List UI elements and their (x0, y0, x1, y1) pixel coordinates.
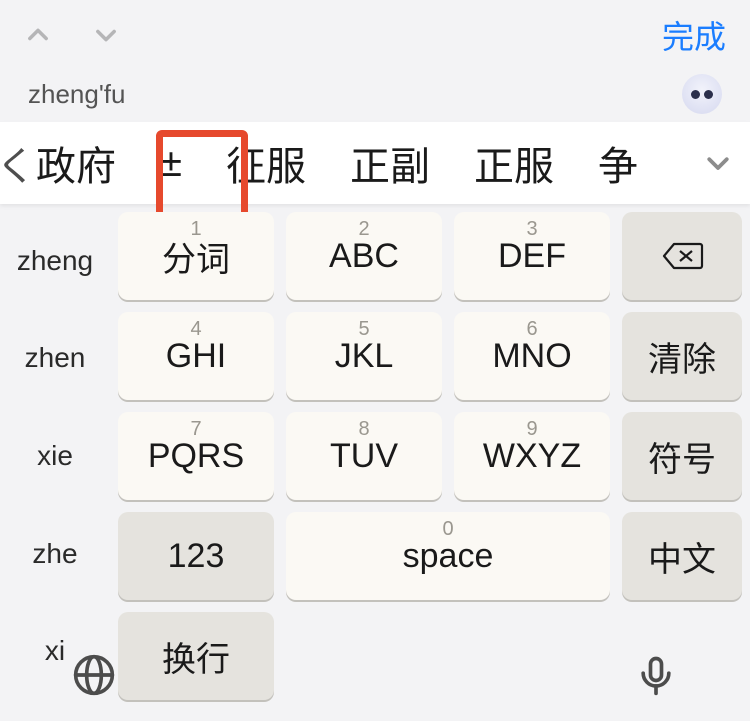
key-2[interactable]: 2 ABC (286, 212, 442, 300)
keyboard-bottom-bar (0, 653, 750, 721)
key-label: PQRS (148, 437, 244, 476)
syllable-sidebar: zheng zhen xie zhe xi (0, 212, 110, 700)
key-3[interactable]: 3 DEF (454, 212, 610, 300)
field-nav-arrows (24, 21, 120, 49)
candidate-item[interactable]: 正服 (452, 134, 576, 192)
emoji-button[interactable] (682, 74, 722, 114)
key-digit: 0 (442, 518, 453, 541)
composition-row: zheng'fu (0, 70, 750, 114)
candidate-item[interactable]: 正副 (328, 134, 452, 192)
mic-icon[interactable] (634, 653, 678, 697)
key-space[interactable]: 0space (286, 512, 610, 600)
prev-candidate-hint: く (0, 134, 36, 192)
syllable-item[interactable]: zheng (0, 212, 110, 310)
key-grid: 1 分词 2 ABC 3 DEF 4 GHI 5 JKL 6 (118, 212, 742, 700)
key-digit: 4 (190, 318, 201, 341)
candidate-item[interactable]: 争 (576, 134, 660, 192)
key-digit: 1 (190, 218, 201, 241)
key-label: WXYZ (483, 437, 581, 476)
key-label: JKL (335, 337, 394, 376)
syllable-item[interactable]: zhen (0, 310, 110, 408)
candidate-item[interactable]: ± (138, 141, 204, 186)
key-digit: 7 (190, 418, 201, 441)
key-label: 中文 (648, 532, 716, 581)
key-label: 清除 (648, 332, 716, 381)
key-label: 符号 (648, 432, 716, 481)
emoji-face-icon (691, 90, 713, 99)
key-digit: 3 (526, 218, 537, 241)
keyboard: zheng zhen xie zhe xi 1 分词 2 ABC 3 DEF (0, 204, 750, 700)
key-delete[interactable] (622, 212, 742, 300)
key-digit: 8 (358, 418, 369, 441)
expand-candidates-button[interactable] (686, 122, 750, 204)
key-8[interactable]: 8 TUV (286, 412, 442, 500)
key-123[interactable]: 123 (118, 512, 274, 600)
keyboard-toolbar: 完成 (0, 0, 750, 70)
key-digit: 9 (526, 418, 537, 441)
key-zhongwen[interactable]: 中文 (622, 512, 742, 600)
delete-icon (660, 240, 704, 272)
key-label: DEF (498, 237, 566, 276)
key-7[interactable]: 7 PQRS (118, 412, 274, 500)
next-field-icon[interactable] (92, 21, 120, 49)
key-label: TUV (330, 437, 398, 476)
key-digit: 2 (358, 218, 369, 241)
key-label: GHI (166, 337, 226, 376)
key-9[interactable]: 9 WXYZ (454, 412, 610, 500)
candidate-list: 政府 ± 征服 正副 正服 争 (0, 122, 686, 204)
candidate-bar: く 政府 ± 征服 正副 正服 争 (0, 122, 750, 204)
key-symbol[interactable]: 符号 (622, 412, 742, 500)
key-digit: 6 (526, 318, 537, 341)
key-1[interactable]: 1 分词 (118, 212, 274, 300)
prev-field-icon[interactable] (24, 21, 52, 49)
syllable-item[interactable]: xie (0, 407, 110, 505)
key-6[interactable]: 6 MNO (454, 312, 610, 400)
candidate-item[interactable]: 征服 (204, 134, 328, 192)
globe-icon[interactable] (72, 653, 116, 697)
composition-text: zheng'fu (28, 79, 126, 110)
syllable-item[interactable]: zhe (0, 505, 110, 603)
key-label: space (403, 537, 494, 576)
key-label: 123 (168, 537, 225, 576)
key-label: ABC (329, 237, 399, 276)
key-clear[interactable]: 清除 (622, 312, 742, 400)
key-label: MNO (492, 337, 571, 376)
key-4[interactable]: 4 GHI (118, 312, 274, 400)
done-button[interactable]: 完成 (662, 12, 726, 58)
key-digit: 5 (358, 318, 369, 341)
key-5[interactable]: 5 JKL (286, 312, 442, 400)
chevron-down-icon (703, 148, 733, 178)
